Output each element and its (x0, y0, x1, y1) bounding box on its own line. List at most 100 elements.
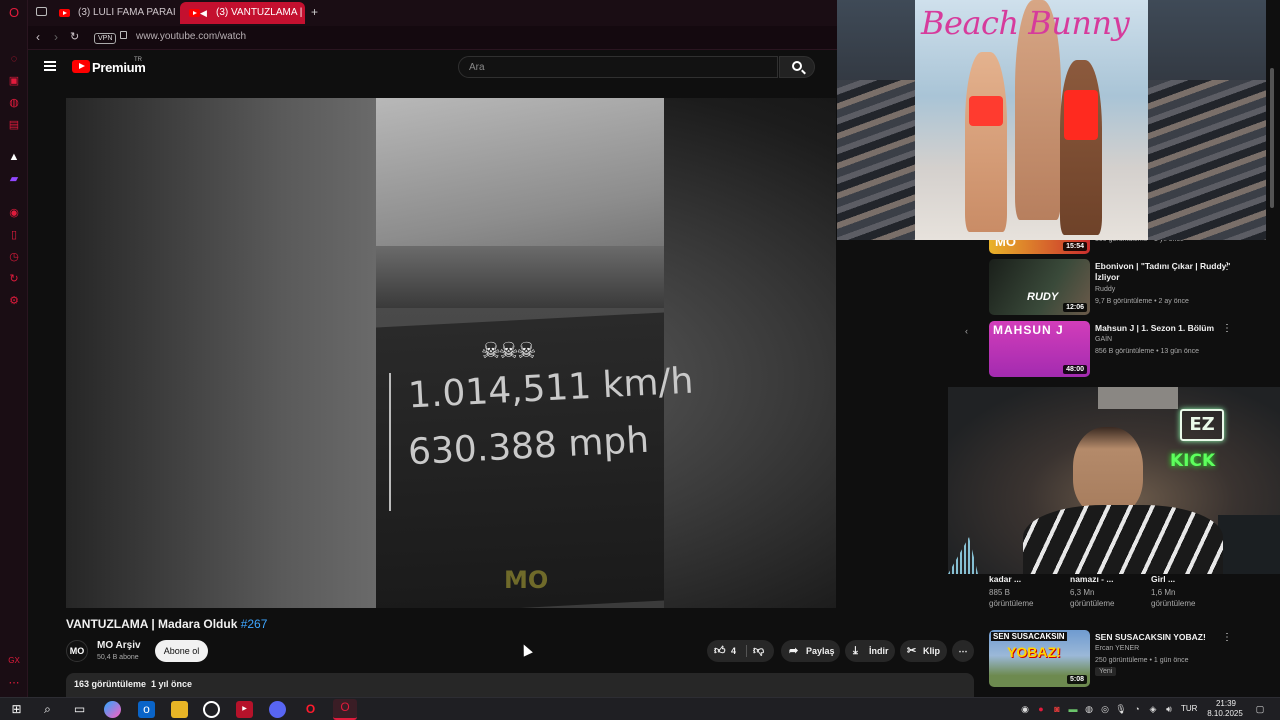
address-bar: ‹ › ↻ VPN www.youtube.com/watch (28, 26, 838, 50)
rec-channel[interactable]: GAİN (1095, 336, 1112, 343)
channel-name[interactable]: MO Arşiv (97, 640, 141, 651)
video-app-icon[interactable]: ▶ (236, 701, 253, 718)
collapse-chevron-icon[interactable]: ‹ (965, 326, 968, 336)
gx-icon[interactable]: GX (7, 654, 21, 668)
messenger-icon[interactable]: ◍ (7, 96, 21, 110)
rec-menu-icon[interactable]: ⋮ (1222, 323, 1232, 334)
network-tray-icon[interactable]: ◔ (1131, 703, 1143, 715)
shelf-item-2[interactable]: namazı - ... 6,3 Mn görüntüleme (1070, 574, 1150, 609)
windows-start-icon[interactable]: ⊞ (8, 701, 25, 718)
rec-title[interactable]: Ebonivon | "Tadını Çıkar | Ruddy" İzliyo… (1095, 261, 1235, 283)
new-tab-button[interactable]: + (311, 5, 318, 19)
video-player[interactable]: ☠☠☠ 1.014,511 km/h 630.388 mph MO (66, 98, 836, 608)
settings-icon[interactable]: ⚙ (7, 294, 21, 308)
vpn-badge[interactable]: VPN (94, 33, 117, 44)
clock-time[interactable]: 21:39 (1208, 699, 1244, 708)
twitch-icon[interactable]: ▰ (7, 172, 21, 186)
rec-thumb-3[interactable]: MAHSUN J 48:00 (989, 321, 1090, 377)
model-left (965, 52, 1007, 232)
rec-channel[interactable]: Ercan YENER (1095, 645, 1139, 652)
dislike-icon[interactable]: 👎︎ (753, 640, 764, 662)
shelf-title: Girl ... (1151, 574, 1176, 584)
shelf-item-3[interactable]: Girl ... 1,6 Mn görüntüleme (1151, 574, 1231, 609)
rec-duration: 12:06 (1063, 303, 1087, 312)
rec-thumb-yobaz[interactable]: SEN SUSACAKSIN YOBAZ! 5:08 (989, 630, 1090, 687)
more-actions-button[interactable]: ⋯ (952, 640, 974, 662)
channel-avatar[interactable]: MO (66, 640, 88, 662)
outlook-icon[interactable]: o (138, 701, 155, 718)
green-tray-icon[interactable]: ◍ (1083, 703, 1095, 715)
video-hashtag[interactable]: #267 (241, 617, 268, 631)
shelf-item-1[interactable]: kadar ... 885 B görüntüleme (989, 574, 1069, 609)
copilot-icon[interactable] (104, 701, 121, 718)
task-view-icon[interactable]: ▭ (71, 701, 88, 718)
steam-tray-icon[interactable]: ◎ (1099, 703, 1111, 715)
file-explorer-icon[interactable] (171, 701, 188, 718)
shelf-views-label: görüntüleme (1070, 599, 1115, 608)
clock-date[interactable]: 8.10.2025 (1202, 709, 1248, 718)
share-label: Paylaş (806, 646, 835, 656)
forward-icon[interactable]: › (54, 30, 58, 44)
clip-button[interactable]: ✂ Klip (900, 640, 947, 662)
opera-logo-icon[interactable]: O (7, 6, 21, 20)
app-icon[interactable]: ▲ (7, 150, 21, 164)
tab-vantuzlama[interactable]: ◀ (3) VANTUZLAMA | M (180, 2, 305, 24)
search-button[interactable] (779, 56, 815, 78)
like-count[interactable]: 4 (731, 640, 736, 662)
menu-icon[interactable] (44, 61, 56, 71)
youtube-logo-icon[interactable] (72, 60, 90, 73)
video-metal (376, 246, 664, 308)
notification-icon[interactable]: ▢ (1254, 703, 1266, 715)
url-field[interactable]: www.youtube.com/watch (136, 31, 246, 42)
volume-tray-icon[interactable]: 🔊︎ (1163, 703, 1175, 715)
rec-menu-icon[interactable]: ⋮ (1222, 261, 1232, 272)
more-icon[interactable]: ⋯ (7, 676, 21, 690)
shelf-title: kadar ... (989, 574, 1022, 584)
mic-tray-icon[interactable]: 🎙︎ (1115, 703, 1127, 715)
pip-video-window[interactable]: Beach Bunny (837, 0, 1266, 240)
back-icon[interactable]: ‹ (36, 30, 40, 44)
shelf-title: namazı - ... (1070, 574, 1114, 584)
subscribe-button[interactable]: Abone ol (155, 640, 208, 662)
history-icon[interactable]: ◷ (7, 250, 21, 264)
mouse-cursor-icon (519, 642, 533, 657)
mail-icon[interactable]: ▤ (7, 118, 21, 132)
opera-icon[interactable]: O (302, 701, 319, 718)
tab-luli-fama[interactable]: (3) LULI FAMA PARAISO M (50, 2, 175, 24)
audio-visualizer (948, 537, 978, 574)
rec-title[interactable]: Mahsun J | 1. Sezon 1. Bölüm (1095, 323, 1235, 334)
description-box[interactable]: 163 görüntüleme 1 yıl önce (66, 673, 974, 697)
youtube-header: Premium TR (28, 51, 838, 87)
player-icon[interactable]: ◉ (7, 206, 21, 220)
search-input[interactable] (459, 57, 777, 77)
bag-icon[interactable]: ▣ (7, 74, 21, 88)
downloads-icon[interactable]: ↻ (7, 272, 21, 286)
opera-gx-icon[interactable]: O (333, 699, 357, 720)
share-button[interactable]: ➦ Paylaş (781, 640, 840, 662)
rec-channel[interactable]: Ruddy (1095, 286, 1115, 293)
language-indicator[interactable]: TUR (1181, 704, 1197, 713)
vpn-tray-icon[interactable]: ◈ (1147, 703, 1159, 715)
clip-label: Klip (923, 646, 940, 656)
obs-icon[interactable] (203, 701, 220, 718)
rec-duration: 48:00 (1063, 365, 1087, 374)
rec-thumb-2[interactable]: RUDY 12:06 (989, 259, 1090, 315)
page-scrollbar[interactable] (1268, 46, 1276, 691)
aria-icon[interactable]: ◌ (7, 52, 21, 66)
rec-title[interactable]: SEN SUSACAKSIN YOBAZ! (1095, 632, 1235, 643)
scrollbar-thumb[interactable] (1270, 68, 1274, 208)
download-button[interactable]: ⤓ İndir (845, 640, 895, 662)
gpu-tray-icon[interactable]: ▬ (1067, 703, 1079, 715)
lock-icon[interactable] (120, 31, 127, 39)
red-tray-icon[interactable]: ◙ (1051, 703, 1063, 715)
opera-tray-icon[interactable]: ● (1035, 703, 1047, 715)
bookmark-icon[interactable]: ▯ (7, 228, 21, 242)
discord-icon[interactable] (269, 701, 286, 718)
like-icon[interactable]: 👍︎ (714, 640, 726, 662)
tab-menu-icon[interactable] (36, 7, 47, 16)
streamer-face (1073, 427, 1143, 515)
rec-menu-icon[interactable]: ⋮ (1222, 632, 1232, 643)
reload-icon[interactable]: ↻ (70, 30, 79, 43)
discord-tray-icon[interactable]: ◉ (1019, 703, 1031, 715)
search-taskbar-icon[interactable]: ⌕ (39, 701, 56, 718)
